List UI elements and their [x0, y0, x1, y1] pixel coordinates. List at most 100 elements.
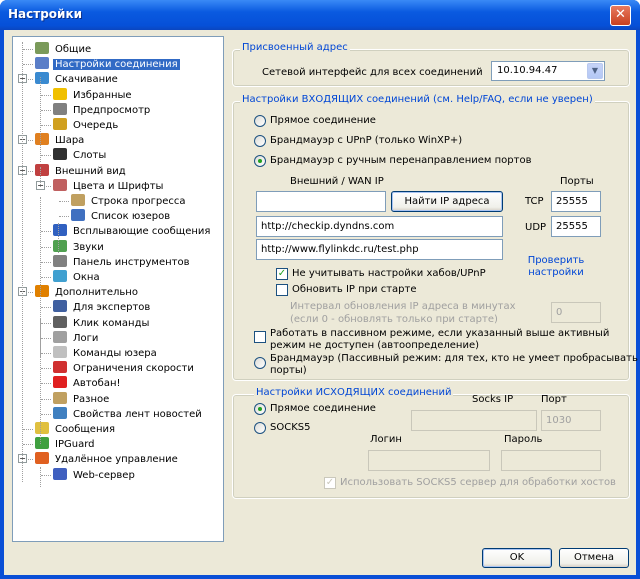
windows-icon	[53, 270, 67, 282]
login-input[interactable]	[368, 450, 490, 471]
tree-connector	[59, 216, 69, 218]
incoming-direct-label: Прямое соединение	[270, 115, 376, 126]
password-label: Пароль	[504, 434, 543, 445]
wan-ip-input[interactable]	[256, 191, 386, 212]
tree-item-remote[interactable]: Удалённое управление	[35, 452, 180, 466]
udp-label: UDP	[525, 222, 547, 233]
interval-label-2: (если 0 - обновлять только при старте)	[290, 314, 498, 325]
tree-item-label: Автобан!	[73, 378, 121, 390]
tree-item-label: Окна	[73, 272, 100, 283]
tree-item-label: Избранные	[73, 89, 132, 101]
settings-window: Настройки ✕ Общие Настройки соединения Ска…	[0, 0, 640, 579]
preview-icon	[53, 102, 67, 115]
tree-item-appearance[interactable]: Внешний вид	[35, 163, 128, 178]
tcp-port-input[interactable]: 25555	[551, 191, 601, 212]
tree-item-misc[interactable]: Разное	[53, 391, 111, 406]
chevron-down-icon[interactable]: ▼	[587, 63, 603, 79]
tree-item-share[interactable]: Шара	[35, 133, 86, 147]
tree-item-expert[interactable]: Для экспертов	[53, 300, 152, 314]
tree-item-label: Команды юзера	[73, 348, 157, 359]
tree-item-network[interactable]: Настройки соединения	[35, 57, 180, 71]
tree-item-palette[interactable]: Цвета и Шрифты	[53, 178, 165, 193]
checkip-url-input[interactable]: http://checkip.dyndns.com	[256, 216, 503, 237]
tree-item-queue[interactable]: Очередь	[53, 118, 120, 132]
tree-item-windows[interactable]: Окна	[53, 270, 102, 284]
tree-connector	[23, 429, 33, 430]
appearance-icon	[35, 163, 49, 176]
ipguard-icon	[35, 437, 49, 450]
tree-guide-line	[40, 167, 41, 187]
tree-connector	[41, 353, 51, 354]
tree-item-popup[interactable]: Всплывающие сообщения	[53, 224, 212, 238]
outgoing-direct-radio[interactable]	[254, 403, 266, 415]
tree-connector	[41, 246, 51, 248]
tree-item-label: Разное	[73, 393, 110, 405]
tree-connector	[41, 231, 51, 233]
find-ip-button[interactable]: Найти IP адреса	[391, 191, 503, 212]
cancel-button[interactable]: Отмена	[559, 548, 629, 568]
tree-item-label: Логи	[73, 332, 99, 344]
tree-item-download[interactable]: Скачивание	[35, 72, 120, 86]
tree-item-toolbar[interactable]: Панель инструментов	[53, 254, 192, 269]
passive-checkbox[interactable]	[254, 331, 266, 343]
tree-item-label: Настройки соединения	[53, 59, 180, 71]
update-ip-checkbox[interactable]	[276, 284, 288, 296]
ignore-hubs-checkbox[interactable]: ✓	[276, 268, 288, 280]
star-icon	[53, 87, 67, 100]
outgoing-legend: Настройки ИСХОДЯЩИХ соединений	[254, 387, 454, 398]
interval-input[interactable]: 0	[551, 302, 601, 323]
socks-ip-label: Socks IP	[472, 394, 514, 405]
password-input[interactable]	[501, 450, 601, 471]
ok-button[interactable]: OK	[482, 548, 552, 568]
tree-item-rss[interactable]: Свойства лент новостей	[53, 406, 204, 421]
remote-icon	[35, 452, 49, 465]
test-url-input[interactable]: http://www.flylinkdc.ru/test.php	[256, 239, 503, 260]
tree-item-usercmd[interactable]: Команды юзера	[53, 346, 159, 360]
tree-connector	[41, 155, 51, 157]
close-button[interactable]: ✕	[610, 5, 631, 26]
share-icon	[35, 133, 49, 146]
use-socks-checkbox[interactable]: ✓	[324, 477, 336, 489]
tree-item-userlist[interactable]: Список юзеров	[71, 209, 172, 223]
toolbar-icon	[53, 254, 67, 267]
tree-item-ipguard[interactable]: IPGuard	[35, 437, 96, 451]
socks-ip-input[interactable]	[411, 410, 537, 431]
passive-label-2: режим не доступен (автоопределение)	[270, 340, 480, 351]
incoming-upnp-radio[interactable]	[254, 135, 266, 147]
tree-item-label: Сообщения	[55, 424, 116, 435]
firewall-passive-radio[interactable]	[254, 357, 266, 369]
tree-item-logs[interactable]: Логи	[53, 330, 100, 345]
tree-item-speed[interactable]: Ограничения скорости	[53, 361, 196, 375]
use-socks-label: Использовать SOCKS5 сервер для обработки…	[340, 477, 616, 488]
tree-connector	[41, 109, 51, 111]
tree-item-preview[interactable]: Предпросмотр	[53, 102, 152, 117]
interface-combo[interactable]: 10.10.94.47 ▼	[491, 61, 605, 81]
firewall-passive-label-2: порты)	[270, 365, 307, 376]
tree-item-progress[interactable]: Строка прогресса	[71, 194, 188, 208]
tree-item-click[interactable]: Клик команды	[53, 315, 151, 330]
tree-item-label: Панель инструментов	[73, 256, 190, 268]
check-settings-link[interactable]: Проверить настройки	[522, 255, 590, 279]
tree-item-slots[interactable]: Слоты	[53, 148, 108, 162]
tree-item-advanced[interactable]: Дополнительно	[35, 285, 140, 299]
tree-item-autoban[interactable]: Автобан!	[53, 376, 123, 390]
tree-item-label: Общие	[55, 44, 92, 55]
tree-connector	[23, 49, 33, 50]
tree-item-users[interactable]: Общие	[35, 42, 93, 56]
tree-item-webserver[interactable]: Web-сервер	[53, 467, 137, 482]
queue-icon	[53, 118, 67, 130]
socks-port-input[interactable]: 1030	[541, 410, 601, 431]
tree-connector	[41, 307, 51, 309]
tree-item-label: Цвета и Шрифты	[73, 180, 164, 192]
tree-item-label: Очередь	[73, 120, 119, 131]
settings-tree[interactable]: Общие Настройки соединения Скачивание − Избр…	[12, 36, 224, 542]
tree-connector	[41, 474, 51, 476]
tree-item-star[interactable]: Избранные	[53, 87, 134, 102]
tree-item-sound[interactable]: Звуки	[53, 239, 106, 254]
udp-port-input[interactable]: 25555	[551, 216, 601, 237]
tree-item-messages[interactable]: Сообщения	[35, 422, 117, 436]
outgoing-socks-radio[interactable]	[254, 422, 266, 434]
title-bar[interactable]: Настройки ✕	[0, 0, 640, 30]
incoming-direct-radio[interactable]	[254, 115, 266, 127]
incoming-manual-radio[interactable]	[254, 155, 266, 167]
